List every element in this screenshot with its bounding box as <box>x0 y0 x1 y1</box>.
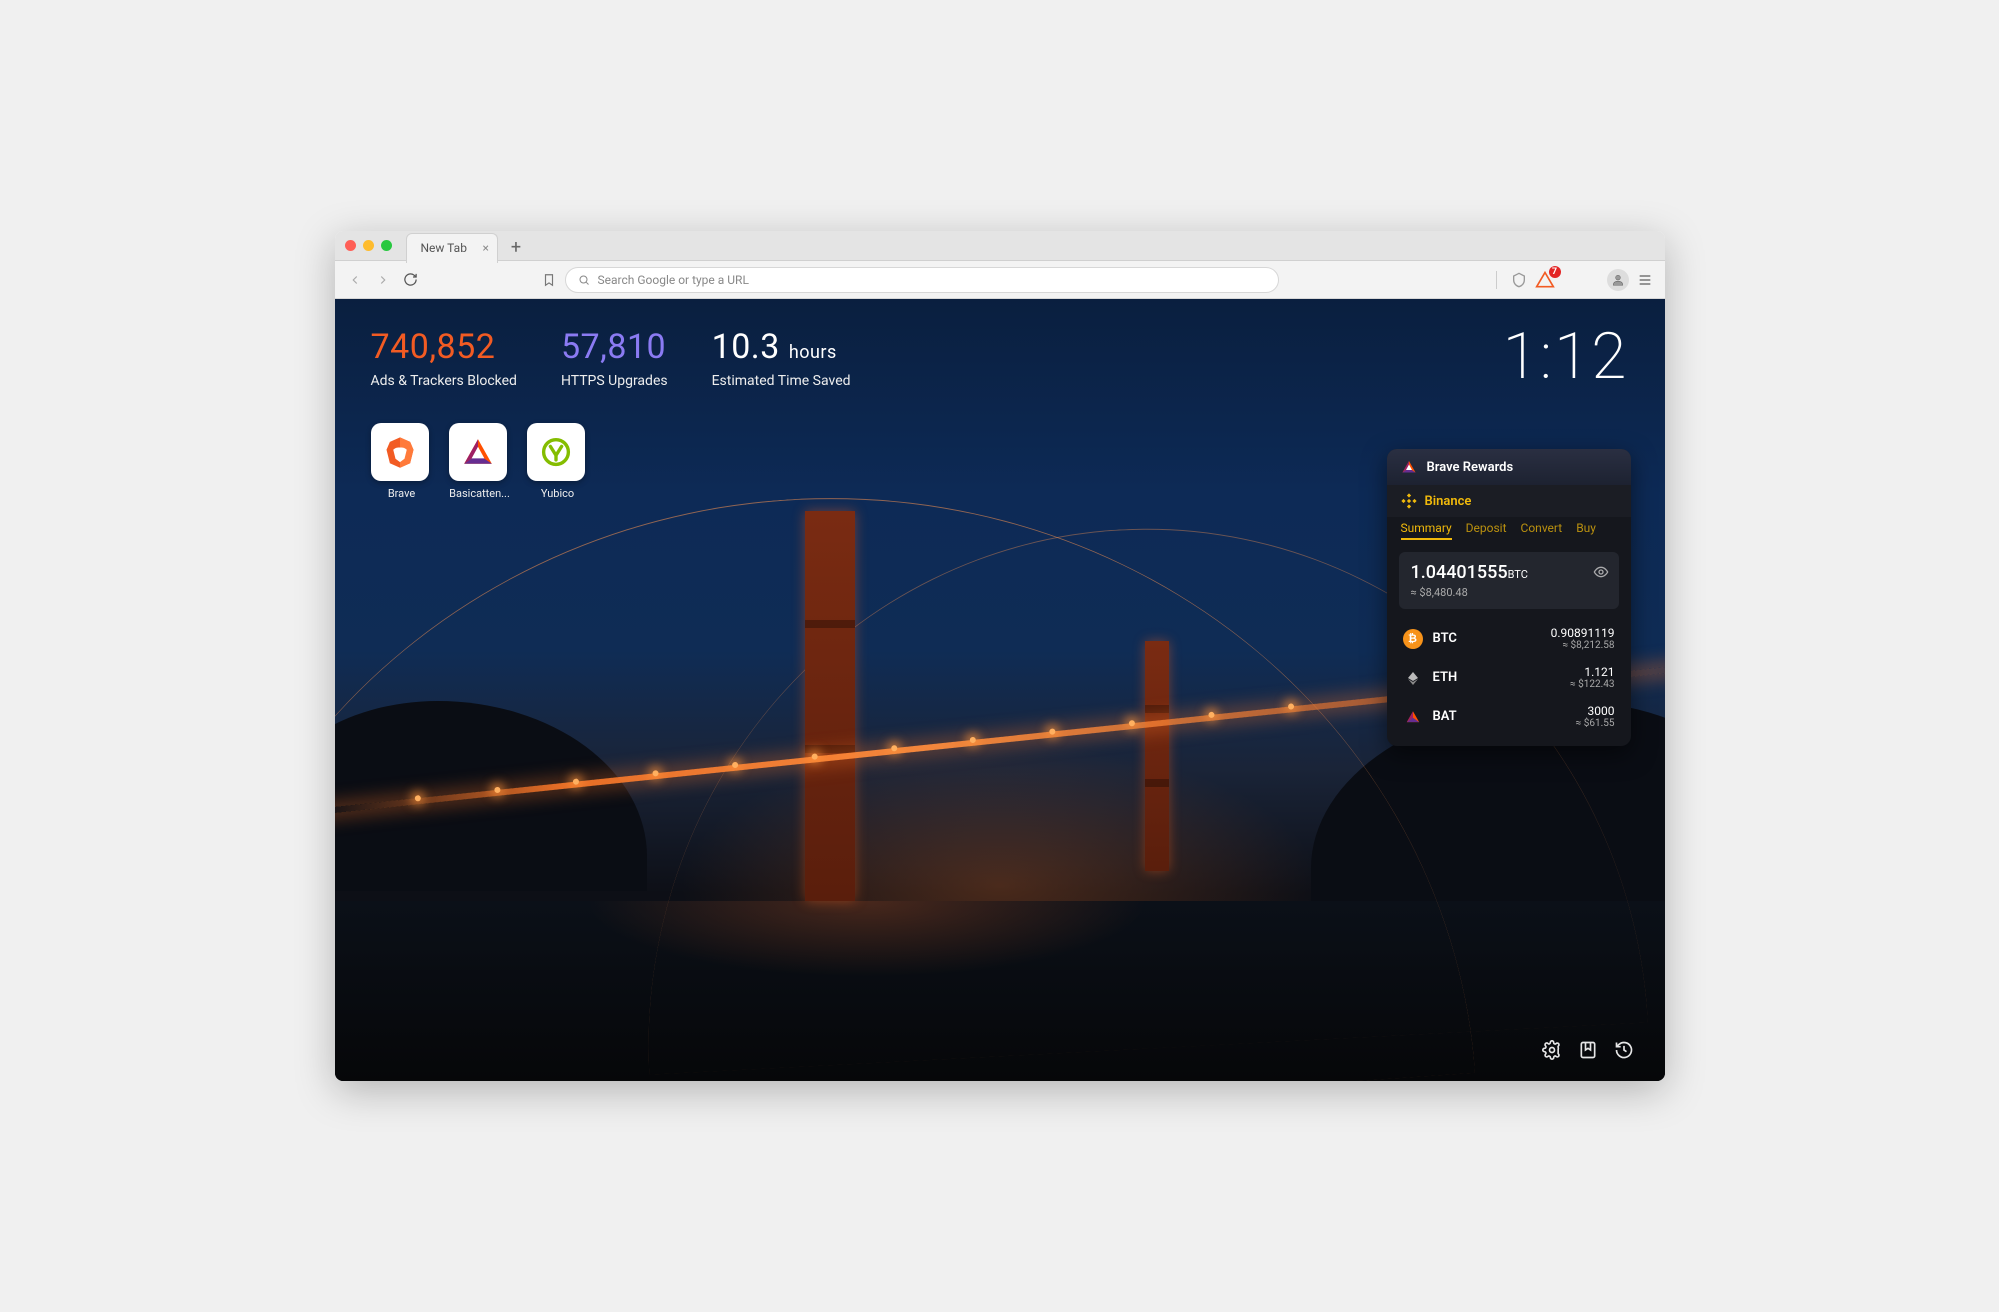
tab-close-icon[interactable]: × <box>483 241 489 255</box>
new-tab-button[interactable]: + <box>504 236 528 260</box>
tab-deposit[interactable]: Deposit <box>1466 521 1507 540</box>
binance-icon <box>1401 493 1417 509</box>
clock: 1:12 <box>1503 319 1629 394</box>
toolbar: Search Google or type a URL 7 <box>335 261 1665 299</box>
reload-button[interactable] <box>401 270 421 290</box>
stat-https-upgrades: 57,810 HTTPS Upgrades <box>561 327 668 389</box>
balance-amount: 1.04401555BTC <box>1411 562 1607 583</box>
asset-amount: 1.121 ≈ $122.43 <box>1570 665 1614 690</box>
topsite-tile-yubico[interactable]: Yubico <box>527 423 589 500</box>
topsite-label: Brave <box>371 487 433 500</box>
tab-convert[interactable]: Convert <box>1521 521 1563 540</box>
titlebar: New Tab × + <box>335 231 1665 261</box>
rewards-badge: 7 <box>1549 266 1561 278</box>
binance-title: Binance <box>1425 494 1472 509</box>
bridge-tower <box>1145 641 1169 871</box>
bat-triangle-icon <box>449 423 507 481</box>
search-icon <box>578 274 590 286</box>
window-controls <box>345 240 392 251</box>
asset-symbol: BTC <box>1433 631 1457 646</box>
settings-gear-icon[interactable] <box>1541 1039 1563 1061</box>
topsite-tile-brave[interactable]: Brave <box>371 423 433 500</box>
omnibox-placeholder: Search Google or type a URL <box>598 273 749 287</box>
stat-time-saved: 10.3 hours Estimated Time Saved <box>712 327 851 389</box>
back-button[interactable] <box>345 270 365 290</box>
tab-title: New Tab <box>421 241 467 255</box>
browser-tab[interactable]: New Tab × <box>406 233 498 263</box>
minimize-window-button[interactable] <box>363 240 374 251</box>
stat-ads-blocked: 740,852 Ads & Trackers Blocked <box>371 327 517 389</box>
rewards-title: Brave Rewards <box>1427 460 1514 475</box>
top-sites: Brave Basicatten... <box>371 423 589 500</box>
bridge-tower <box>805 511 855 901</box>
corner-controls <box>1541 1039 1635 1061</box>
bookmark-icon[interactable] <box>539 270 559 290</box>
asset-amount: 0.90891119 ≈ $8,212.58 <box>1551 626 1615 651</box>
stat-value: 57,810 <box>561 327 668 367</box>
widgets-panel: Brave Rewards Binance Summary Deposit <box>1387 449 1631 746</box>
hamburger-menu-icon[interactable] <box>1635 270 1655 290</box>
bookmark-page-icon[interactable] <box>1577 1039 1599 1061</box>
balance-fiat: ≈ $8,480.48 <box>1411 586 1607 599</box>
stat-label: Estimated Time Saved <box>712 373 851 389</box>
stat-value: 740,852 <box>371 327 517 367</box>
brave-rewards-header[interactable]: Brave Rewards <box>1387 449 1631 485</box>
eye-icon[interactable] <box>1593 564 1609 580</box>
topsite-label: Yubico <box>527 487 589 500</box>
maximize-window-button[interactable] <box>381 240 392 251</box>
new-tab-page: 740,852 Ads & Trackers Blocked 57,810 HT… <box>335 299 1665 1081</box>
asset-amount: 3000 ≈ $61.55 <box>1576 704 1615 729</box>
brave-rewards-toolbar-icon[interactable]: 7 <box>1535 270 1555 290</box>
toolbar-divider <box>1496 271 1497 289</box>
asset-row-bat[interactable]: BAT 3000 ≈ $61.55 <box>1387 697 1631 736</box>
asset-row-eth[interactable]: ETH 1.121 ≈ $122.43 <box>1387 658 1631 697</box>
binance-header[interactable]: Binance <box>1387 485 1631 517</box>
close-window-button[interactable] <box>345 240 356 251</box>
omnibox[interactable]: Search Google or type a URL <box>565 267 1279 293</box>
binance-tabs: Summary Deposit Convert Buy <box>1387 517 1631 548</box>
asset-row-btc[interactable]: ₿ BTC 0.90891119 ≈ $8,212.58 <box>1387 619 1631 658</box>
brave-lion-icon <box>371 423 429 481</box>
stat-value: 10.3 hours <box>712 327 851 367</box>
stat-label: Ads & Trackers Blocked <box>371 373 517 389</box>
topsite-tile-bat[interactable]: Basicatten... <box>449 423 511 500</box>
history-icon[interactable] <box>1613 1039 1635 1061</box>
topsite-label: Basicatten... <box>449 487 511 500</box>
forward-button[interactable] <box>373 270 393 290</box>
bat-icon <box>1403 707 1423 727</box>
tab-buy[interactable]: Buy <box>1576 521 1596 540</box>
browser-window: New Tab × + Search Google or type a URL <box>335 231 1665 1081</box>
bat-icon <box>1401 459 1417 475</box>
stats-row: 740,852 Ads & Trackers Blocked 57,810 HT… <box>371 327 851 389</box>
btc-icon: ₿ <box>1403 629 1423 649</box>
eth-icon <box>1403 668 1423 688</box>
profile-avatar[interactable] <box>1607 269 1629 291</box>
balance-box: 1.04401555BTC ≈ $8,480.48 <box>1399 552 1619 609</box>
yubico-icon <box>527 423 585 481</box>
asset-symbol: BAT <box>1433 709 1457 724</box>
asset-symbol: ETH <box>1433 670 1458 685</box>
stat-label: HTTPS Upgrades <box>561 373 668 389</box>
shields-icon[interactable] <box>1509 270 1529 290</box>
tab-summary[interactable]: Summary <box>1401 521 1452 540</box>
